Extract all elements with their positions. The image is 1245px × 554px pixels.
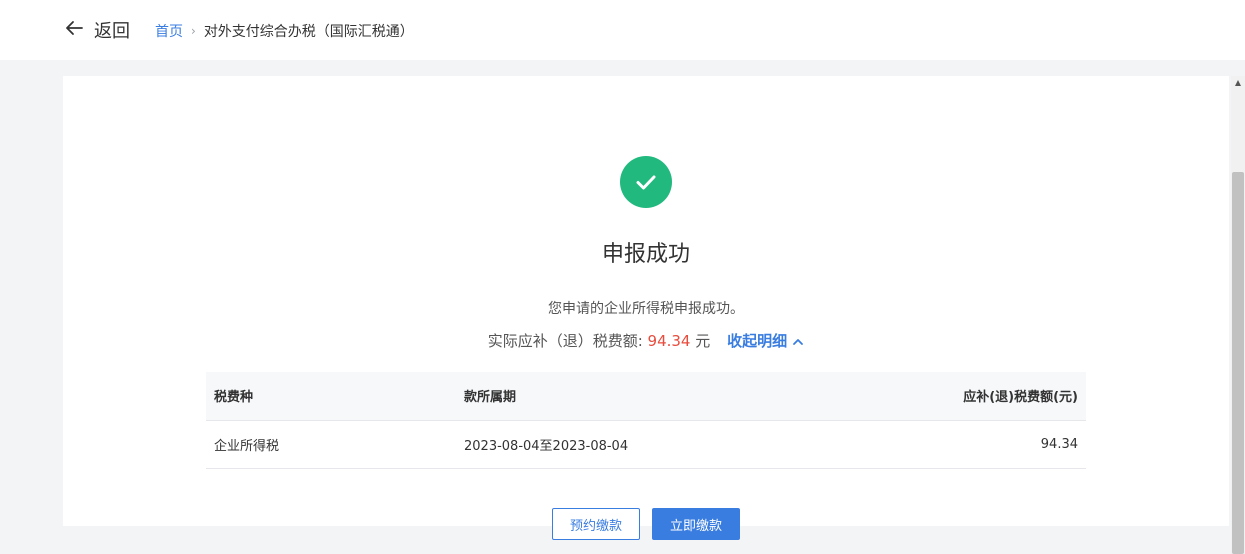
top-bar: 返回 首页 › 对外支付综合办税（国际汇税通） [0,0,1245,60]
breadcrumb-home-link[interactable]: 首页 [155,21,183,41]
vertical-scrollbar[interactable] [1231,76,1245,554]
amount-label: 实际应补（退）税费额: [487,332,643,350]
result-description: 您申请的企业所得税申报成功。 [548,301,744,317]
arrow-left-icon [64,18,84,42]
table-row: 企业所得税 2023-08-04至2023-08-04 94.34 [206,420,1086,469]
collapse-details-label: 收起明细 [727,332,788,350]
chevron-up-icon [792,332,804,350]
scroll-up-arrow-icon[interactable] [1235,80,1241,86]
breadcrumb-current: 对外支付综合办税（国际汇税通） [203,24,414,40]
amount-unit: 元 [695,332,711,350]
table-header-row: 税费种 款所属期 应补(退)税费额(元) [206,372,1086,421]
result-card: 申报成功 您申请的企业所得税申报成功。 实际应补（退）税费额: 94.34 元 … [63,76,1229,540]
collapse-details-toggle[interactable]: 收起明细 [727,332,804,350]
breadcrumb: 首页 › 对外支付综合办税（国际汇税通） [155,21,414,41]
amount-line: 实际应补（退）税费额: 94.34 元 收起明细 [63,330,1229,351]
cell-amount: 94.34 [856,420,1086,469]
result-title: 申报成功 [601,242,690,267]
check-circle-icon [620,156,672,208]
breadcrumb-separator: › [191,24,196,38]
cell-tax-type: 企业所得税 [206,420,456,469]
column-header-tax-type: 税费种 [206,372,456,421]
pay-now-button[interactable]: 立即缴款 [652,508,740,540]
tax-detail-table: 税费种 款所属期 应补(退)税费额(元) 企业所得税 2023-08-04至20… [206,372,1086,469]
back-label: 返回 [94,21,130,42]
reserve-payment-button[interactable]: 预约缴款 [552,508,640,540]
column-header-period: 款所属期 [456,372,856,421]
back-button[interactable]: 返回 [64,17,130,43]
scrollbar-thumb[interactable] [1232,172,1244,554]
column-header-amount: 应补(退)税费额(元) [856,372,1086,421]
amount-value: 94.34 [647,332,691,350]
cell-period: 2023-08-04至2023-08-04 [456,420,856,469]
